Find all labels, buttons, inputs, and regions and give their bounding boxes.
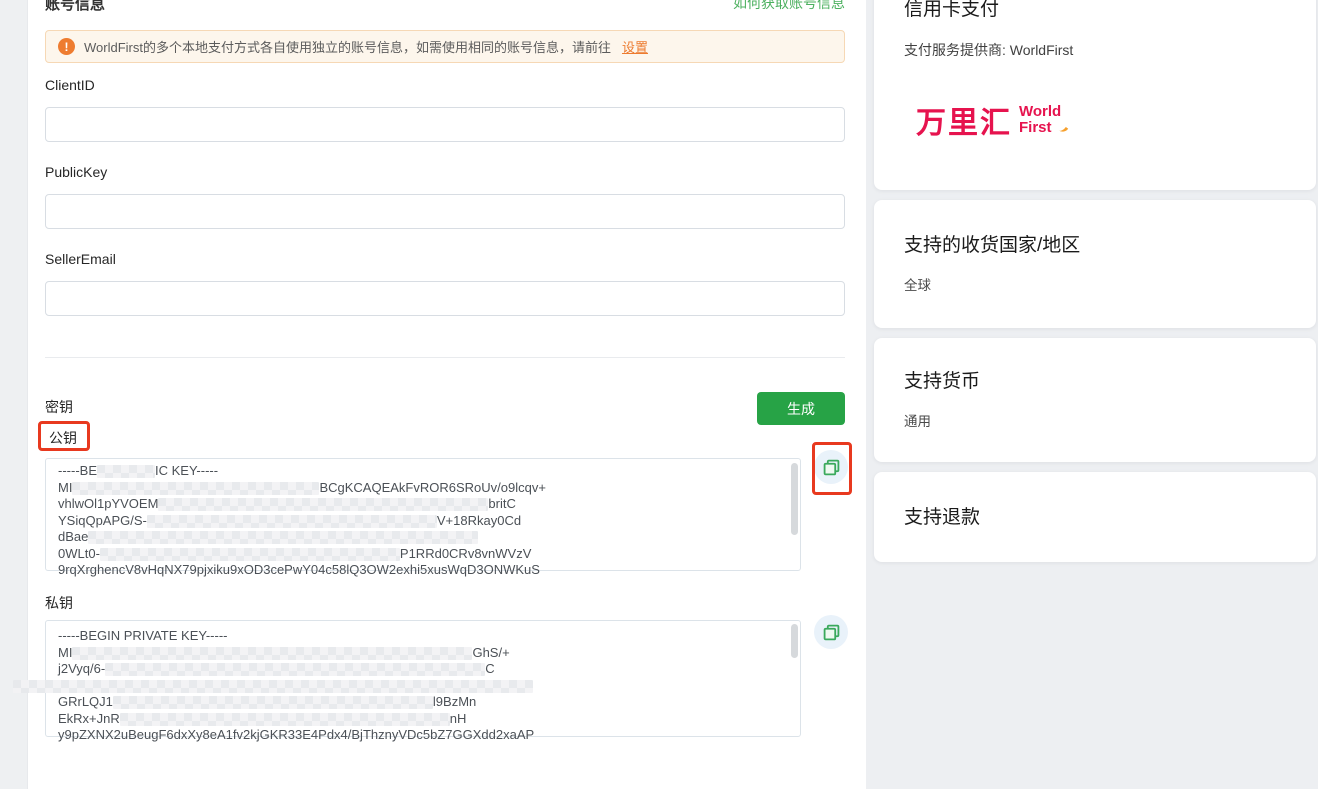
section-divider	[45, 357, 845, 358]
redaction-blur	[88, 531, 478, 544]
card-body: 全球	[904, 274, 931, 294]
key-text-line: EkRx+JnRnH	[58, 711, 786, 728]
key-text-line: -----BEIC KEY-----	[58, 463, 786, 480]
card-credit-card-payment: 信用卡支付 支付服务提供商: WorldFirst 万里汇 World Firs…	[874, 0, 1316, 190]
redaction-blur	[97, 465, 155, 478]
copy-icon	[823, 624, 840, 641]
redaction-blur	[100, 548, 400, 561]
redaction-blur	[158, 498, 488, 511]
redaction-blur	[113, 696, 433, 709]
left-gutter	[0, 0, 28, 789]
private-key-label: 私钥	[45, 593, 73, 613]
key-text-line: vhlwOl1pYVOEMbritC	[58, 496, 786, 513]
redaction-blur	[147, 515, 437, 528]
redaction-blur	[72, 647, 472, 660]
key-text-line: j2Vyq/6-C	[58, 661, 786, 678]
key-text-line: MIGhS/+	[58, 645, 786, 662]
help-link[interactable]: 如何获取账号信息	[733, 0, 845, 13]
card-supported-currencies: 支持货币 通用	[874, 338, 1316, 462]
settings-link[interactable]: 设置	[622, 37, 648, 56]
key-text-line: YSiqQpAPG/S-V+18Rkay0Cd	[58, 513, 786, 530]
card-body: 通用	[904, 410, 931, 430]
key-text-line: MIBCgKCAQEAkFvROR6SRoUv/o9lcqv+	[58, 480, 786, 497]
secret-key-label: 密钥	[45, 397, 73, 417]
key-text-line: GRrLQJ1l9BzMn	[58, 694, 786, 711]
redaction-blur	[72, 482, 319, 495]
clientid-input[interactable]	[45, 107, 845, 142]
info-banner: ! WorldFirst的多个本地支付方式各自使用独立的账号信息，如需使用相同的…	[45, 30, 845, 63]
key-text-line: -----BEGIN PRIVATE KEY-----	[58, 628, 786, 645]
logo-en-text: World First	[1019, 104, 1061, 136]
scrollbar-thumb[interactable]	[791, 463, 798, 535]
card-supported-countries: 支持的收货国家/地区 全球	[874, 200, 1316, 328]
card-supports-refund: 支持退款	[874, 472, 1316, 562]
page-title: 账号信息	[45, 0, 105, 14]
copy-private-key-button[interactable]	[814, 615, 848, 649]
key-text-line: 9rqXrghencV8vHqNX79pjxiku9xOD3cePwY04c58…	[58, 562, 786, 579]
publickey-input[interactable]	[45, 194, 845, 229]
scrollbar-thumb[interactable]	[791, 624, 798, 658]
selleremail-label: SellerEmail	[45, 251, 116, 267]
card-title: 支持退款	[904, 502, 980, 529]
clientid-label: ClientID	[45, 77, 95, 93]
banner-text: WorldFirst的多个本地支付方式各自使用独立的账号信息，如需使用相同的账号…	[84, 37, 611, 56]
publickey-label: PublicKey	[45, 164, 107, 180]
key-text-line: 0WLt0-P1RRd0CRv8vnWVzV	[58, 546, 786, 563]
redaction-blur	[13, 680, 533, 693]
sidebar: 信用卡支付 支付服务提供商: WorldFirst 万里汇 World Firs…	[866, 0, 1318, 789]
copy-icon	[823, 459, 840, 476]
logo-cn-text: 万里汇	[916, 98, 1012, 142]
card-title: 支持货币	[904, 366, 980, 393]
public-key-textarea[interactable]: -----BEIC KEY-----MIBCgKCAQEAkFvROR6SRoU…	[45, 458, 801, 571]
public-key-label: 公钥	[49, 428, 77, 448]
selleremail-input[interactable]	[45, 281, 845, 316]
worldfirst-logo: 万里汇 World First	[916, 98, 1061, 142]
provider-text: 支付服务提供商: WorldFirst	[904, 40, 1073, 60]
logo-en-line1: World	[1019, 104, 1061, 120]
redaction-blur	[120, 713, 450, 726]
exclamation-circle-icon: !	[58, 38, 75, 55]
card-title: 支持的收货国家/地区	[904, 230, 1080, 257]
key-text-line	[58, 678, 786, 695]
key-text-line: dBae	[58, 529, 786, 546]
generate-button[interactable]: 生成	[757, 392, 845, 425]
redaction-blur	[105, 663, 485, 676]
private-key-textarea[interactable]: -----BEGIN PRIVATE KEY-----MIGhS/+j2Vyq/…	[45, 620, 801, 737]
key-text-line: y9pZXNX2uBeugF6dxXy8eA1fv2kjGKR33E4Pdx4/…	[58, 727, 786, 744]
main-panel: 账号信息 如何获取账号信息 ! WorldFirst的多个本地支付方式各自使用独…	[28, 0, 866, 789]
card-title: 信用卡支付	[904, 0, 999, 21]
copy-public-key-button[interactable]	[814, 450, 848, 484]
logo-en-line2: First	[1019, 120, 1061, 136]
